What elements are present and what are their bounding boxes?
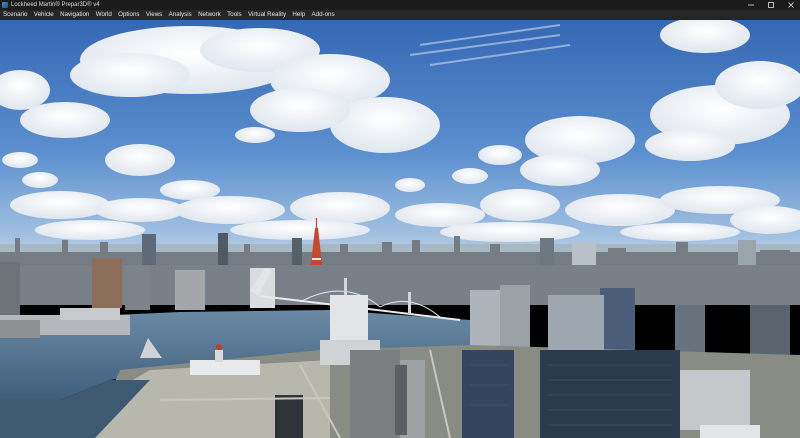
menu-options[interactable]: Options — [115, 10, 143, 20]
menu-world[interactable]: World — [93, 10, 115, 20]
window-controls — [746, 0, 796, 10]
menu-vehicle[interactable]: Vehicle — [31, 10, 57, 20]
menu-scenario[interactable]: Scenario — [0, 10, 31, 20]
scenery-viewport[interactable] — [0, 20, 800, 438]
menu-views[interactable]: Views — [143, 10, 166, 20]
simulator-window: Lockheed Martin® Prepar3D® v4 Scenario V… — [0, 0, 800, 438]
title-bar[interactable]: Lockheed Martin® Prepar3D® v4 — [0, 0, 800, 10]
menu-virtual-reality[interactable]: Virtual Reality — [245, 10, 289, 20]
close-icon[interactable] — [786, 0, 796, 10]
menu-add-ons[interactable]: Add-ons — [308, 10, 337, 20]
menu-tools[interactable]: Tools — [224, 10, 245, 20]
prepar3d-logo-icon — [2, 2, 8, 8]
menu-network[interactable]: Network — [195, 10, 224, 20]
menu-bar: Scenario Vehicle Navigation World Option… — [0, 10, 800, 20]
window-title: Lockheed Martin® Prepar3D® v4 — [11, 2, 100, 8]
menu-analysis[interactable]: Analysis — [165, 10, 194, 20]
minimize-icon[interactable] — [746, 0, 756, 10]
menu-navigation[interactable]: Navigation — [57, 10, 93, 20]
maximize-icon[interactable] — [766, 0, 776, 10]
menu-help[interactable]: Help — [289, 10, 308, 20]
